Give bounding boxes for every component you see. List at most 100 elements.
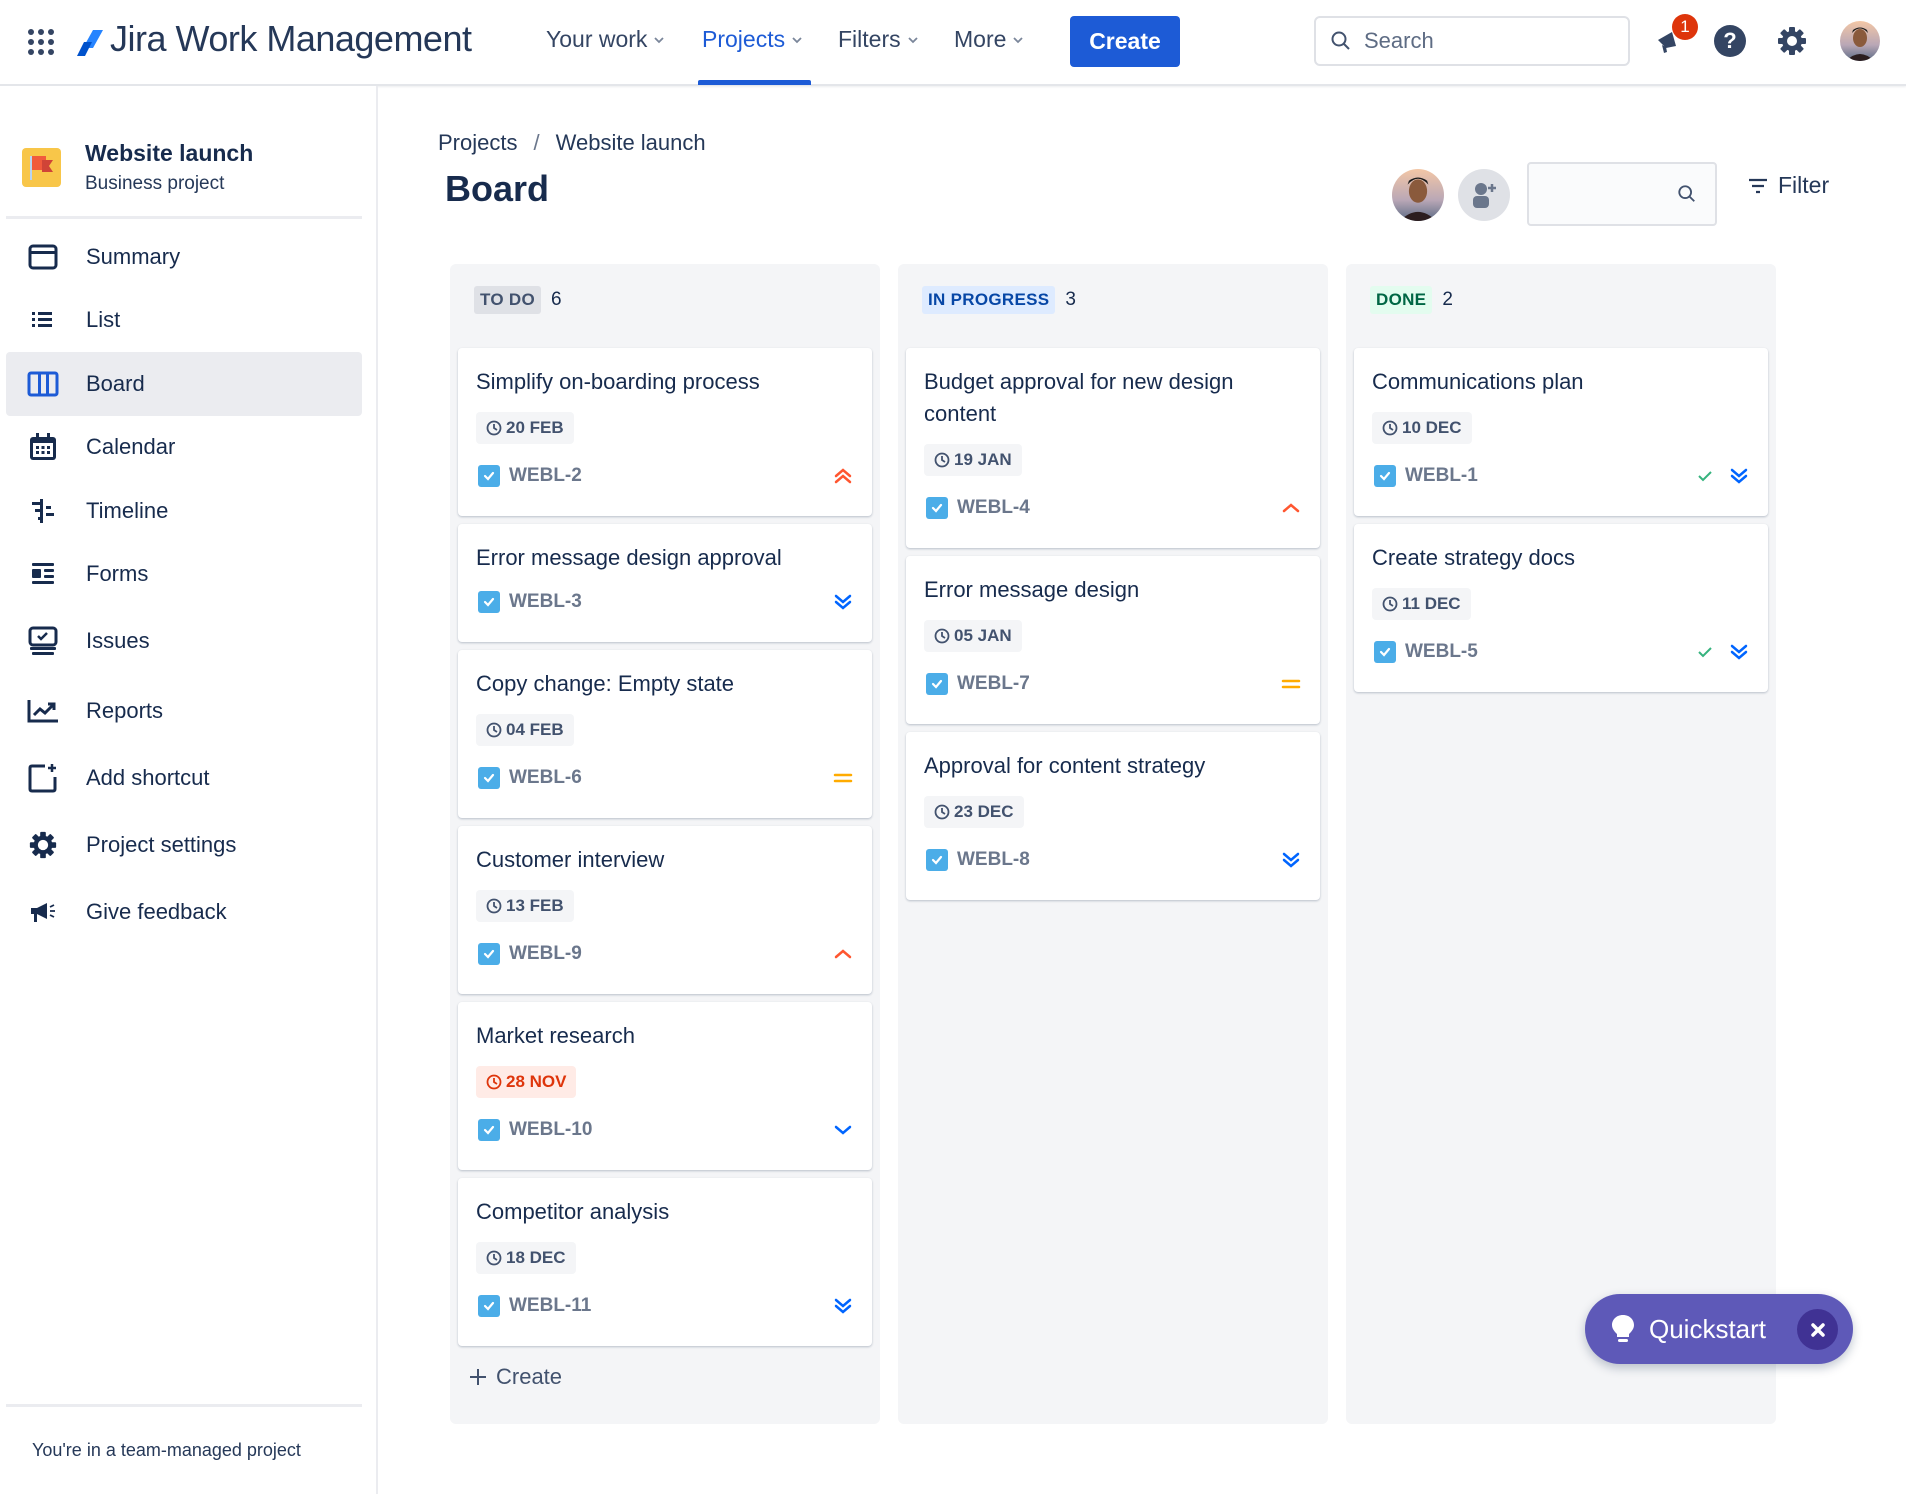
quickstart-label: Quickstart — [1649, 1313, 1767, 1344]
sidebar-item-calendar[interactable]: Calendar — [6, 415, 362, 479]
add-shortcut-icon — [26, 761, 60, 795]
issue-key[interactable]: WEBL-6 — [509, 767, 582, 789]
reports-icon — [26, 694, 60, 728]
filter-button[interactable]: Filter — [1748, 172, 1829, 199]
due-date-lozenge: 18 DEC — [476, 1242, 576, 1274]
help-button[interactable]: ? — [1711, 22, 1749, 60]
issue-card[interactable]: Copy change: Empty state 04 FEB WEBL-6 — [458, 650, 872, 818]
add-person-icon — [1473, 183, 1496, 208]
member-avatar[interactable] — [1392, 169, 1444, 221]
issue-card[interactable]: Create strategy docs 11 DEC WEBL-5 — [1354, 524, 1768, 692]
issue-key[interactable]: WEBL-8 — [957, 849, 1030, 871]
due-date-lozenge: 20 FEB — [476, 412, 574, 444]
svg-text:?: ? — [1723, 28, 1736, 53]
sidebar-item-label: Give feedback — [86, 899, 227, 924]
priority-low-icon — [832, 1119, 854, 1141]
sidebar-item-give-feedback[interactable]: Give feedback — [6, 880, 362, 944]
issue-card-footer: WEBL-8 — [926, 848, 1302, 872]
project-header[interactable]: Website launch Business project — [22, 140, 253, 195]
breadcrumb: Projects / Website launch — [438, 130, 706, 156]
issue-card-footer: WEBL-9 — [478, 942, 854, 966]
due-date: 28 NOV — [506, 1072, 567, 1091]
sidebar-item-forms[interactable]: Forms — [6, 542, 362, 606]
sidebar-item-list[interactable]: List — [6, 288, 362, 352]
quickstart-close-button[interactable] — [1797, 1309, 1838, 1350]
issue-card[interactable]: Budget approval for new design content 19… — [906, 348, 1320, 548]
breadcrumb-projects[interactable]: Projects — [438, 130, 517, 156]
create-issue-button[interactable]: Create — [468, 1364, 562, 1390]
app-name[interactable]: Jira Work Management — [110, 18, 472, 60]
column-header: IN PROGRESS 3 — [922, 286, 1076, 314]
plus-icon — [470, 1369, 486, 1385]
issue-title: Customer interview — [476, 847, 665, 872]
issue-key[interactable]: WEBL-9 — [509, 943, 582, 965]
issue-title: Error message design approval — [476, 545, 782, 570]
due-date: 04 FEB — [506, 720, 564, 739]
sidebar-item-project-settings[interactable]: Project settings — [6, 813, 362, 877]
issue-card[interactable]: Approval for content strategy 23 DEC WEBL-… — [906, 732, 1320, 900]
nav-projects[interactable]: Projects — [702, 26, 803, 53]
settings-icon — [1778, 27, 1806, 55]
app-switcher-icon[interactable] — [28, 29, 54, 55]
nav-more[interactable]: More — [954, 26, 1024, 53]
breadcrumb-website-launch[interactable]: Website launch — [556, 130, 706, 156]
board-search-input[interactable] — [1547, 182, 1677, 206]
due-date: 05 JAN — [954, 626, 1012, 645]
board-column-in-progress: IN PROGRESS 3 Budget approval for new desi… — [898, 264, 1328, 1424]
issue-card-footer: WEBL-11 — [478, 1294, 854, 1318]
issue-card[interactable]: Error message design approval WEBL-3 — [458, 524, 872, 642]
priority-high-icon — [1280, 497, 1302, 519]
task-type-icon — [926, 849, 948, 871]
column-status-lozenge: DONE — [1370, 286, 1433, 314]
help-icon: ? — [1714, 25, 1746, 57]
sidebar-item-label: Add shortcut — [86, 765, 210, 790]
clock-icon — [486, 1074, 502, 1090]
issue-key[interactable]: WEBL-3 — [509, 591, 582, 613]
issue-key[interactable]: WEBL-7 — [957, 673, 1030, 695]
chevron-down-icon — [1013, 36, 1024, 43]
issue-card-footer: WEBL-7 — [926, 672, 1302, 696]
nav-filters[interactable]: Filters — [838, 26, 919, 53]
priority-lowest-icon — [832, 1295, 854, 1317]
column-issue-count: 3 — [1065, 289, 1076, 310]
settings-button[interactable] — [1773, 22, 1811, 60]
due-date-lozenge: 19 JAN — [924, 444, 1022, 476]
jira-logo-icon[interactable] — [75, 28, 105, 58]
issue-card[interactable]: Simplify on-boarding process 20 FEB WEBL-2 — [458, 348, 872, 516]
chevron-down-icon — [654, 36, 665, 43]
task-type-icon — [1374, 465, 1396, 487]
issue-card[interactable]: Error message design 05 JAN WEBL-7 — [906, 556, 1320, 724]
issue-key[interactable]: WEBL-11 — [509, 1295, 591, 1317]
sidebar-item-issues[interactable]: Issues — [6, 609, 362, 673]
board-search[interactable] — [1527, 162, 1717, 226]
issue-card[interactable]: Competitor analysis 18 DEC WEBL-11 — [458, 1178, 872, 1346]
clock-icon — [1382, 420, 1398, 436]
page-title: Board — [445, 168, 550, 209]
profile-avatar[interactable] — [1840, 21, 1880, 61]
issue-card[interactable]: Communications plan 10 DEC WEBL-1 — [1354, 348, 1768, 516]
issue-key[interactable]: WEBL-4 — [957, 497, 1030, 519]
search-input[interactable] — [1364, 28, 1604, 54]
quickstart-button[interactable]: Quickstart — [1585, 1294, 1853, 1364]
board-column-to-do: TO DO 6 Simplify on-boarding process 20 FEB… — [450, 264, 880, 1424]
sidebar-item-add-shortcut[interactable]: Add shortcut — [6, 746, 362, 810]
issue-key[interactable]: WEBL-1 — [1405, 465, 1478, 487]
sidebar-item-summary[interactable]: Summary — [6, 225, 362, 289]
nav-your-work[interactable]: Your work — [546, 26, 665, 53]
create-button[interactable]: Create — [1070, 16, 1180, 67]
issue-key[interactable]: WEBL-5 — [1405, 641, 1478, 663]
sidebar-item-board[interactable]: Board — [6, 352, 362, 416]
nav-label: More — [954, 26, 1007, 52]
sidebar-item-reports[interactable]: Reports — [6, 679, 362, 743]
project-sidebar: Website launch Business project Summary … — [0, 86, 378, 1494]
due-date: 10 DEC — [1402, 418, 1462, 437]
due-date: 19 JAN — [954, 450, 1012, 469]
sidebar-item-timeline[interactable]: Timeline — [6, 479, 362, 543]
add-people-button[interactable] — [1458, 169, 1510, 221]
global-search[interactable] — [1314, 16, 1630, 66]
issue-card[interactable]: Customer interview 13 FEB WEBL-9 — [458, 826, 872, 994]
issue-card[interactable]: Market research 28 NOV WEBL-10 — [458, 1002, 872, 1170]
issue-key[interactable]: WEBL-2 — [509, 465, 582, 487]
sidebar-item-label: Board — [86, 371, 145, 396]
issue-key[interactable]: WEBL-10 — [509, 1119, 592, 1141]
